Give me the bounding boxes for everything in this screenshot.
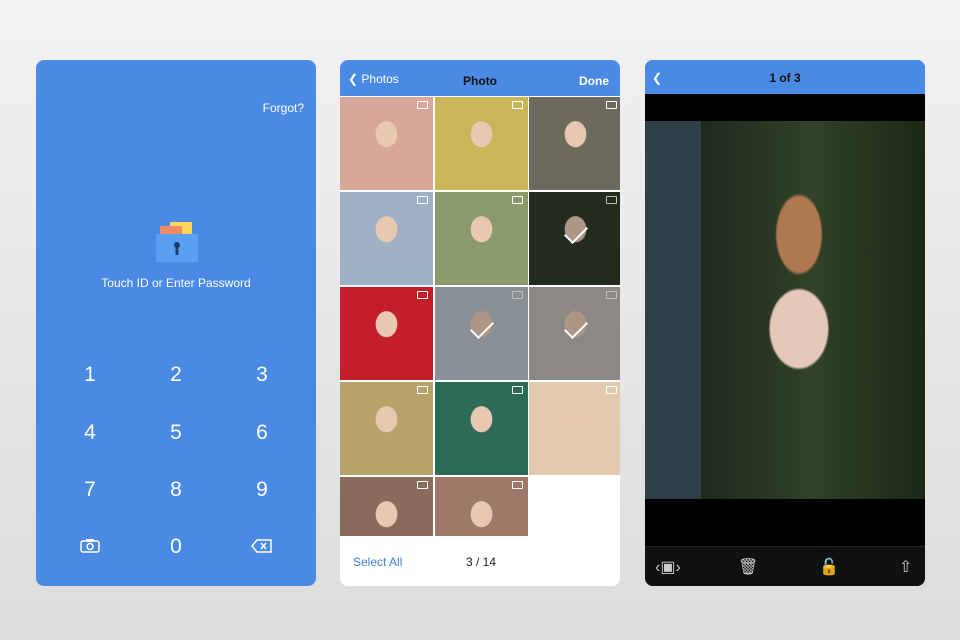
photo-thumbnail[interactable] xyxy=(529,287,620,380)
footer-bar: Select All 3 / 14 xyxy=(340,536,620,586)
key-3[interactable]: 3 xyxy=(232,363,292,387)
backspace-icon[interactable] xyxy=(251,539,272,553)
live-photo-icon xyxy=(511,386,523,394)
live-photo-icon xyxy=(417,291,428,299)
photo-image xyxy=(645,121,925,499)
live-photo-icon xyxy=(606,291,617,299)
key-4[interactable]: 4 xyxy=(60,421,120,445)
photo-grid xyxy=(340,97,620,536)
photo-thumbnail[interactable] xyxy=(434,192,528,285)
key-8[interactable]: 8 xyxy=(146,478,206,502)
live-photo-icon xyxy=(606,196,617,204)
photo-viewer-screen: ❮ 1 of 3 ‹▣› 🗑 🔓 ⇧ xyxy=(645,60,925,586)
photo-thumbnail[interactable] xyxy=(529,192,620,285)
photo-album-screen: ❮ Photos Photo Done Select All 3 / 14 xyxy=(340,60,620,586)
vault-lock-icon xyxy=(156,222,198,262)
photo-thumbnail[interactable] xyxy=(340,382,433,475)
checkmark-icon xyxy=(563,314,589,340)
key-6[interactable]: 6 xyxy=(232,421,292,445)
live-photo-icon xyxy=(511,101,523,109)
trash-icon[interactable]: 🗑 xyxy=(738,557,758,577)
page-title: Photo xyxy=(463,74,497,88)
photo-thumbnail[interactable] xyxy=(434,97,528,190)
photo-thumbnail[interactable] xyxy=(340,287,433,380)
live-photo-icon xyxy=(606,386,617,394)
unlock-prompt: Touch ID or Enter Password xyxy=(101,276,251,290)
key-5[interactable]: 5 xyxy=(146,421,206,445)
done-button[interactable]: Done xyxy=(579,74,609,88)
checkmark-icon xyxy=(563,219,589,245)
live-photo-icon xyxy=(417,101,428,109)
slideshow-icon[interactable]: ‹▣› xyxy=(655,557,681,577)
live-photo-icon xyxy=(511,481,523,489)
photo-thumbnail[interactable] xyxy=(340,477,433,536)
unlock-icon[interactable]: 🔓 xyxy=(819,557,839,577)
photo-thumbnail[interactable] xyxy=(434,287,528,380)
lock-screen: Forgot? Touch ID or Enter Password 1 2 3… xyxy=(36,60,316,586)
photo-thumbnail[interactable] xyxy=(529,97,620,190)
live-photo-icon xyxy=(417,481,428,489)
checkmark-icon xyxy=(469,314,494,340)
selection-count: 3 / 14 xyxy=(466,555,497,569)
viewer-nav-bar: ❮ 1 of 3 xyxy=(645,60,925,94)
live-photo-icon xyxy=(511,291,523,299)
key-9[interactable]: 9 xyxy=(232,478,292,502)
nav-bar: ❮ Photos Photo Done xyxy=(340,60,620,96)
photo-thumbnail[interactable] xyxy=(340,97,433,190)
key-0[interactable]: 0 xyxy=(146,535,206,559)
live-photo-icon xyxy=(417,196,428,204)
live-photo-icon xyxy=(511,196,523,204)
select-all-button[interactable]: Select All xyxy=(353,555,402,569)
share-icon[interactable]: ⇧ xyxy=(899,557,912,577)
key-1[interactable]: 1 xyxy=(60,363,120,387)
viewer-toolbar: ‹▣› 🗑 🔓 ⇧ xyxy=(645,546,925,586)
photo-thumbnail[interactable] xyxy=(434,382,528,475)
live-photo-icon xyxy=(606,101,617,109)
page-counter: 1 of 3 xyxy=(769,71,801,85)
photo-thumbnail[interactable] xyxy=(340,192,433,285)
key-2[interactable]: 2 xyxy=(146,363,206,387)
camera-icon[interactable] xyxy=(80,538,100,553)
live-photo-icon xyxy=(417,386,428,394)
back-button[interactable]: ❮ xyxy=(652,60,662,96)
photo-thumbnail[interactable] xyxy=(434,477,528,536)
forgot-link[interactable]: Forgot? xyxy=(263,101,304,115)
photo-thumbnail[interactable] xyxy=(529,382,620,475)
key-7[interactable]: 7 xyxy=(60,478,120,502)
